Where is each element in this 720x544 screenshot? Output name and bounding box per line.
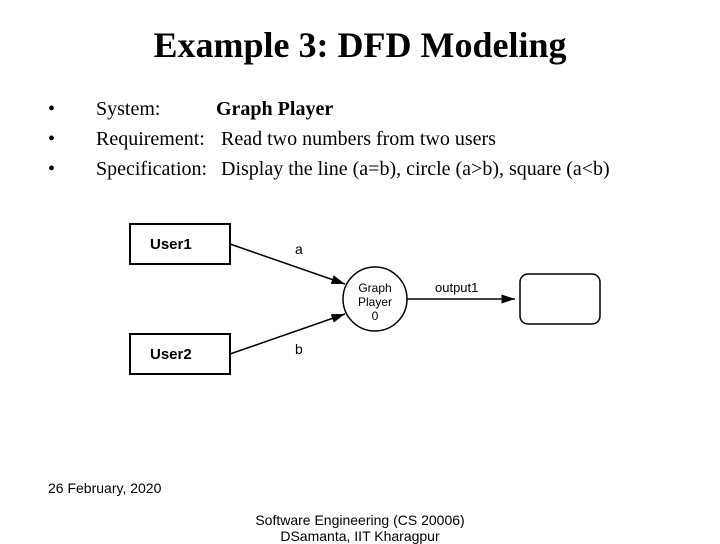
bullet-item: • System: Graph Player (48, 94, 720, 124)
entity-label: User1 (150, 236, 192, 253)
process-label-line1: Graph (358, 281, 391, 295)
bullet-label: Specification: (96, 154, 216, 184)
bullet-value: Graph Player (216, 94, 720, 124)
bullet-label: System: (96, 94, 216, 124)
sink-box (520, 274, 600, 324)
flow-arrow (230, 244, 345, 284)
process-label-line2: Player (358, 295, 392, 309)
bullet-label: Requirement: (96, 124, 216, 154)
flow-label: output1 (435, 280, 478, 295)
dfd-diagram: User1 User2 a b Graph Player 0 output1 (120, 214, 620, 404)
footer-author: DSamanta, IIT Kharagpur (0, 528, 720, 544)
footer-course: Software Engineering (CS 20006) (0, 512, 720, 528)
flow-arrow (230, 314, 345, 354)
flow-label: a (295, 241, 303, 257)
bullet-dot: • (48, 94, 96, 124)
bullet-value: Read two numbers from two users (221, 128, 496, 150)
bullet-dot: • (48, 124, 96, 154)
slide-title: Example 3: DFD Modeling (0, 0, 720, 66)
bullet-item: • Requirement: Read two numbers from two… (48, 124, 720, 154)
process-id: 0 (372, 309, 379, 323)
bullet-value: Display the line (a=b), circle (a>b), sq… (221, 158, 610, 180)
footer-date: 26 February, 2020 (48, 480, 161, 496)
flow-label: b (295, 341, 303, 357)
bullet-item: • Specification: Display the line (a=b),… (48, 154, 720, 184)
bullet-dot: • (48, 154, 96, 184)
bullet-list: • System: Graph Player • Requirement: Re… (48, 94, 720, 184)
entity-label: User2 (150, 346, 192, 363)
